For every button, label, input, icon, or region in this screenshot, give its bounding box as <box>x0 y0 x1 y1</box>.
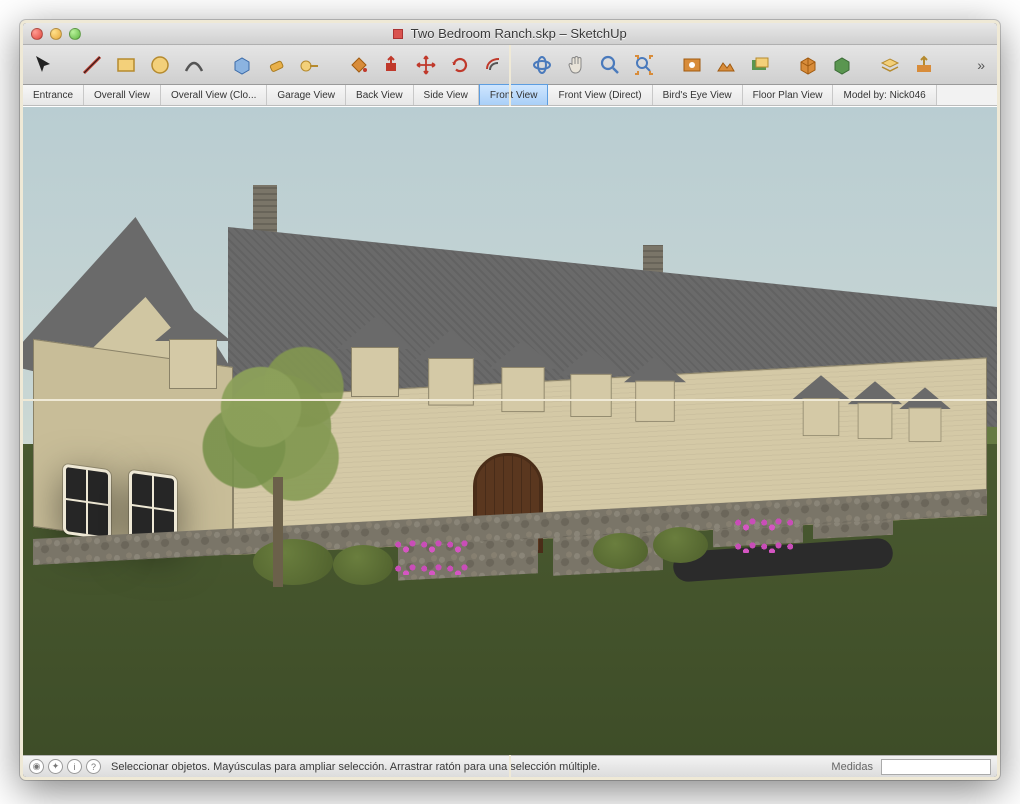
move-tool[interactable] <box>411 50 441 80</box>
flowers <box>393 535 473 575</box>
scene-tabs: EntranceOverall ViewOverall View (Clo...… <box>23 85 997 106</box>
info-icon[interactable]: i <box>67 759 82 774</box>
app-window: Two Bedroom Ranch.skp – SketchUp <box>20 20 1000 780</box>
traffic-lights <box>31 28 81 40</box>
make-component-tool[interactable] <box>227 50 257 80</box>
select-tool[interactable] <box>29 50 59 80</box>
dormer <box>630 371 679 425</box>
zoom-extents-tool[interactable] <box>629 50 659 80</box>
scene-tab[interactable]: Overall View <box>84 85 161 105</box>
toolbar-overflow-icon[interactable]: » <box>971 57 991 73</box>
layers-tool[interactable] <box>875 50 905 80</box>
scene-tab[interactable]: Side View <box>414 85 479 105</box>
help-icon[interactable]: ? <box>86 759 101 774</box>
push-pull-tool[interactable] <box>377 50 407 80</box>
window-title: Two Bedroom Ranch.skp – SketchUp <box>31 26 989 41</box>
bush <box>593 533 648 569</box>
dormer <box>496 356 550 415</box>
bush <box>653 527 708 563</box>
paint-bucket-tool[interactable] <box>343 50 373 80</box>
scene-tab[interactable]: Bird's Eye View <box>653 85 743 105</box>
zoom-tool[interactable] <box>595 50 625 80</box>
main-toolbar: » <box>23 45 997 85</box>
scene-tab[interactable]: Back View <box>346 85 414 105</box>
dormer <box>565 364 617 421</box>
window <box>63 464 111 541</box>
model-viewport[interactable] <box>23 106 997 755</box>
measurements-input[interactable] <box>881 759 991 775</box>
dormer <box>798 389 844 439</box>
pan-tool[interactable] <box>561 50 591 80</box>
rectangle-tool[interactable] <box>111 50 141 80</box>
status-bar: ◉ ✦ i ? Seleccionar objetos. Mayúsculas … <box>23 755 997 777</box>
scene-tab[interactable]: Floor Plan View <box>743 85 834 105</box>
upload-tool[interactable] <box>909 50 939 80</box>
zoom-button[interactable] <box>69 28 81 40</box>
rotate-tool[interactable] <box>445 50 475 80</box>
eraser-tool[interactable] <box>261 50 291 80</box>
window-title-text: Two Bedroom Ranch.skp – SketchUp <box>411 26 627 41</box>
toggle-terrain-tool[interactable] <box>711 50 741 80</box>
circle-tool[interactable] <box>145 50 175 80</box>
house-model <box>33 167 987 555</box>
scene-tab[interactable]: Front View (Direct) <box>548 85 652 105</box>
dormer <box>853 394 896 442</box>
measurements-label: Medidas <box>831 761 873 773</box>
scene-tab[interactable]: Garage View <box>267 85 346 105</box>
3d-warehouse-tool[interactable] <box>793 50 823 80</box>
lightbulb-icon[interactable]: ✦ <box>48 759 63 774</box>
dormer <box>423 347 480 410</box>
photo-textures-tool[interactable] <box>745 50 775 80</box>
dormer <box>905 400 946 445</box>
minimize-button[interactable] <box>50 28 62 40</box>
close-button[interactable] <box>31 28 43 40</box>
scene-tab[interactable]: Entrance <box>23 85 84 105</box>
status-message: Seleccionar objetos. Mayúsculas para amp… <box>111 761 827 773</box>
scene-tab[interactable]: Front View <box>479 84 549 105</box>
add-location-tool[interactable] <box>677 50 707 80</box>
document-icon <box>393 29 403 39</box>
extension-warehouse-tool[interactable] <box>827 50 857 80</box>
arc-tool[interactable] <box>179 50 209 80</box>
titlebar: Two Bedroom Ranch.skp – SketchUp <box>23 23 997 45</box>
tree <box>193 327 363 587</box>
scene-tab[interactable]: Model by: Nick046 <box>833 85 936 105</box>
orbit-tool[interactable] <box>527 50 557 80</box>
tape-measure-tool[interactable] <box>295 50 325 80</box>
line-tool[interactable] <box>77 50 107 80</box>
offset-tool[interactable] <box>479 50 509 80</box>
flowers <box>733 513 793 553</box>
scene-tab[interactable]: Overall View (Clo... <box>161 85 267 105</box>
person-icon[interactable]: ◉ <box>29 759 44 774</box>
